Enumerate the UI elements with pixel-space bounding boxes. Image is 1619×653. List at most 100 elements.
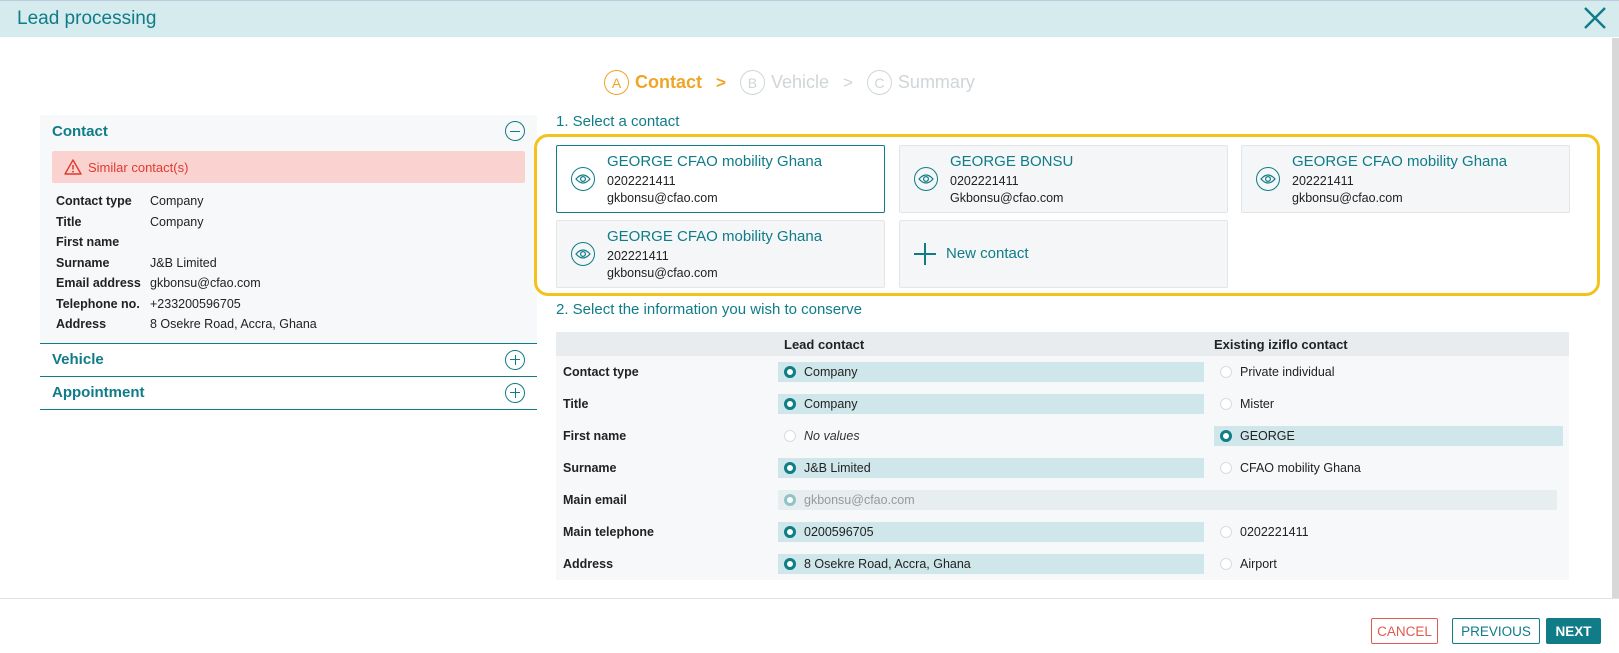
existing-option[interactable]: Mister bbox=[1214, 394, 1563, 414]
expand-icon[interactable] bbox=[505, 349, 525, 370]
existing-option[interactable]: CFAO mobility Ghana bbox=[1214, 458, 1563, 478]
option-value: gkbonsu@cfao.com bbox=[804, 493, 915, 507]
contact-card[interactable]: GEORGE CFAO mobility Ghana 0202221411 gk… bbox=[556, 145, 885, 213]
row-label: Main email bbox=[563, 493, 627, 507]
section-title: Appointment bbox=[52, 384, 145, 401]
row-label: Title bbox=[563, 397, 589, 411]
eye-icon[interactable] bbox=[571, 167, 595, 191]
expand-icon[interactable] bbox=[505, 382, 525, 403]
eye-icon[interactable] bbox=[914, 167, 938, 191]
select-contact-title: 1. Select a contact bbox=[556, 113, 680, 130]
radio[interactable] bbox=[1220, 398, 1232, 410]
field-key: First name bbox=[56, 235, 120, 249]
radio[interactable] bbox=[1220, 462, 1232, 474]
option-value: Private individual bbox=[1240, 365, 1335, 379]
cancel-button[interactable]: CANCEL bbox=[1371, 618, 1438, 644]
contact-phone: 202221411 bbox=[1292, 174, 1354, 188]
step-label: Contact bbox=[635, 72, 702, 92]
lead-option[interactable]: J&B Limited bbox=[778, 458, 1204, 478]
field-row: Address 8 Osekre Road, Accra, Ghana bbox=[40, 314, 537, 335]
field-value: gkbonsu@cfao.com bbox=[150, 276, 261, 290]
contact-section: Contact Similar contact(s) Contact type C… bbox=[40, 115, 537, 344]
similar-contacts-alert: Similar contact(s) bbox=[52, 151, 525, 183]
option-value: No values bbox=[804, 429, 860, 443]
radio-selected[interactable] bbox=[784, 526, 796, 538]
radio-selected[interactable] bbox=[784, 398, 796, 410]
field-row: Title Company bbox=[40, 212, 537, 233]
previous-button[interactable]: PREVIOUS bbox=[1452, 618, 1540, 644]
field-value: Company bbox=[150, 194, 204, 208]
new-contact-label: New contact bbox=[946, 245, 1029, 262]
radio[interactable] bbox=[1220, 558, 1232, 570]
step-contact[interactable]: A Contact bbox=[604, 70, 702, 95]
step-summary[interactable]: C Summary bbox=[866, 70, 975, 95]
contact-phone: 0202221411 bbox=[607, 174, 676, 188]
field-value: Company bbox=[150, 214, 204, 229]
field-key: Telephone no. bbox=[56, 296, 140, 311]
contact-phone: 0202221411 bbox=[950, 174, 1019, 188]
table-row: Main email gkbonsu@cfao.com bbox=[556, 484, 1569, 516]
radio[interactable] bbox=[1220, 526, 1232, 538]
collapse-icon[interactable] bbox=[505, 121, 525, 141]
next-button[interactable]: NEXT bbox=[1546, 618, 1601, 644]
contact-email: gkbonsu@cfao.com bbox=[1292, 191, 1403, 205]
radio-selected[interactable] bbox=[784, 462, 796, 474]
stepper: A Contact > B Vehicle > C Summary bbox=[604, 70, 975, 95]
row-label: Surname bbox=[563, 461, 617, 475]
field-value: 8 Osekre Road, Accra, Ghana bbox=[150, 317, 317, 331]
contact-email: gkbonsu@cfao.com bbox=[607, 191, 718, 205]
contact-name: GEORGE CFAO mobility Ghana bbox=[607, 153, 823, 170]
lead-option[interactable]: Company bbox=[778, 362, 1204, 382]
chevron-right-icon: > bbox=[716, 72, 726, 92]
step-label: Summary bbox=[897, 72, 975, 92]
contact-email: Gkbonsu@cfao.com bbox=[950, 191, 1064, 205]
option-value: CFAO mobility Ghana bbox=[1240, 461, 1361, 475]
close-icon[interactable] bbox=[1581, 4, 1609, 32]
existing-option[interactable]: Private individual bbox=[1214, 362, 1563, 382]
option-value: Airport bbox=[1240, 557, 1277, 571]
radio-selected[interactable] bbox=[784, 558, 796, 570]
lead-option[interactable]: Company bbox=[778, 394, 1204, 414]
field-key: Surname bbox=[56, 255, 110, 270]
dialog-header: Lead processing bbox=[0, 0, 1619, 37]
header-existing: Existing iziflo contact bbox=[1214, 336, 1348, 352]
step-letter: A bbox=[604, 70, 629, 95]
contact-card[interactable]: GEORGE BONSU 0202221411 Gkbonsu@cfao.com bbox=[899, 145, 1228, 213]
existing-option[interactable]: GEORGE bbox=[1214, 426, 1563, 446]
contact-card[interactable]: GEORGE CFAO mobility Ghana 202221411 gkb… bbox=[556, 220, 885, 288]
lead-option[interactable]: 8 Osekre Road, Accra, Ghana bbox=[778, 554, 1204, 574]
radio[interactable] bbox=[784, 430, 796, 442]
contact-section-header[interactable]: Contact bbox=[40, 115, 537, 147]
new-contact-button[interactable]: New contact bbox=[899, 220, 1228, 288]
radio-selected[interactable] bbox=[784, 366, 796, 378]
plus-icon bbox=[914, 243, 936, 265]
appointment-section-header[interactable]: Appointment bbox=[40, 377, 537, 410]
eye-icon[interactable] bbox=[1256, 167, 1280, 191]
option-value: 0200596705 bbox=[804, 525, 874, 539]
step-letter: B bbox=[739, 70, 765, 95]
eye-icon[interactable] bbox=[571, 242, 595, 266]
radio-selected[interactable] bbox=[1220, 430, 1232, 442]
existing-option[interactable]: Airport bbox=[1214, 554, 1563, 574]
contact-card[interactable]: GEORGE CFAO mobility Ghana 202221411 gkb… bbox=[1241, 145, 1570, 213]
row-label: Contact type bbox=[563, 365, 639, 379]
vehicle-section-header[interactable]: Vehicle bbox=[40, 344, 537, 377]
field-row: First name bbox=[40, 232, 537, 253]
table-row: Surname J&B Limited CFAO mobility Ghana bbox=[556, 452, 1569, 484]
radio[interactable] bbox=[1220, 366, 1232, 378]
option-value: GEORGE bbox=[1240, 429, 1295, 443]
step-label: Vehicle bbox=[770, 72, 829, 92]
field-value: J&B Limited bbox=[150, 255, 217, 270]
lead-summary-panel: Contact Similar contact(s) Contact type C… bbox=[40, 115, 537, 410]
scrollbar[interactable] bbox=[1612, 38, 1619, 598]
table-header: Lead contact Existing iziflo contact bbox=[556, 332, 1569, 356]
lead-option[interactable]: No values bbox=[778, 426, 1204, 446]
step-vehicle[interactable]: B Vehicle bbox=[739, 70, 829, 95]
chevron-right-icon: > bbox=[842, 72, 853, 92]
option-value: 0202221411 bbox=[1240, 525, 1309, 539]
select-contact-section: 1. Select a contact bbox=[556, 113, 1569, 130]
existing-option[interactable]: 0202221411 bbox=[1214, 522, 1563, 542]
lead-option[interactable]: 0200596705 bbox=[778, 522, 1204, 542]
radio-disabled bbox=[784, 494, 796, 506]
table-row: Main telephone 0200596705 0202221411 bbox=[556, 516, 1569, 548]
